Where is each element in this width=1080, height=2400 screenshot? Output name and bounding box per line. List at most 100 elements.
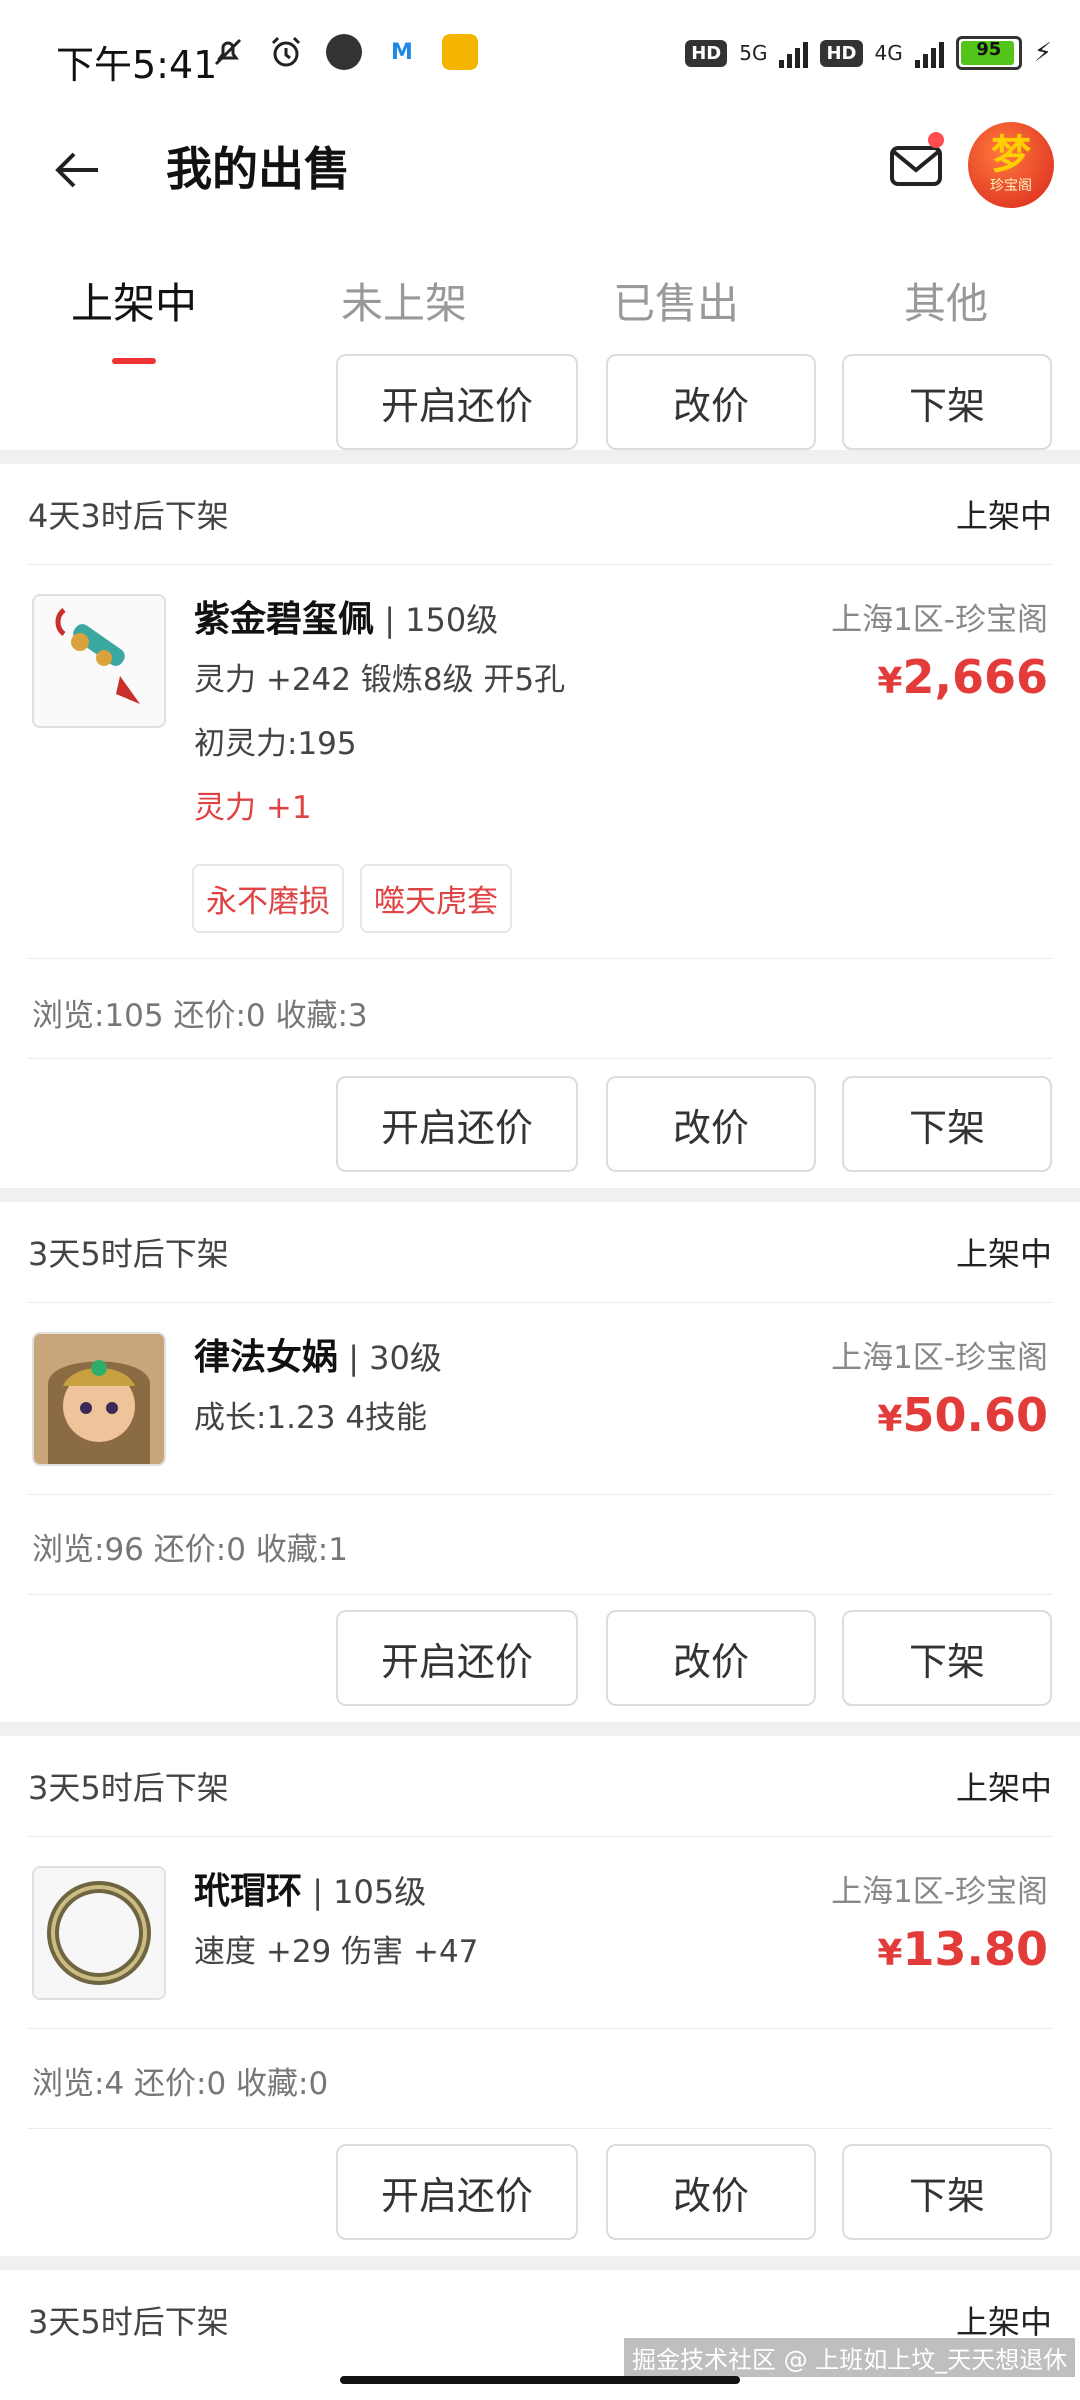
item-tag: 噬天虎套 (360, 864, 512, 933)
tab-unlisted[interactable]: 未上架 (304, 270, 504, 331)
divider (28, 564, 1052, 565)
item-attr: 灵力 +242 锻炼8级 开5孔 (194, 662, 566, 698)
item-level: 30级 (369, 1339, 442, 1377)
counter-offer-button[interactable]: 开启还价 (336, 2144, 578, 2240)
status-label: 上架中 (955, 497, 1052, 535)
page-title: 我的出售 (166, 142, 350, 196)
card-header: 3天5时后下架 上架中 (28, 1736, 1052, 1836)
card-header: 3天5时后下架 上架中 (28, 1202, 1052, 1302)
listing-card[interactable]: 3天5时后下架 上架中 律法女娲 | 30级 上海1区-珍宝阁 成长:1.23 … (0, 1202, 1080, 1722)
divider (28, 1302, 1052, 1303)
reprice-button[interactable]: 改价 (606, 1610, 816, 1706)
item-attr: 速度 +29 伤害 +47 (194, 1934, 479, 1970)
delist-button[interactable]: 下架 (842, 354, 1052, 450)
charging-icon: ⚡ (1033, 38, 1052, 68)
counter-offer-button[interactable]: 开启还价 (336, 1076, 578, 1172)
counter-offer-button[interactable]: 开启还价 (336, 354, 578, 450)
home-indicator[interactable] (340, 2376, 740, 2384)
net-5g-label: 5G (739, 41, 768, 65)
arrow-left-icon (55, 152, 98, 188)
server-name: 上海1区-珍宝阁 (831, 1874, 1048, 1910)
item-title: 紫金碧玺佩 (194, 599, 375, 640)
avatar[interactable]: 梦 珍宝阁 (968, 122, 1054, 208)
app-dark-icon (326, 34, 362, 70)
signal-icon (779, 38, 809, 68)
status-label: 上架中 (955, 2303, 1052, 2341)
divider (28, 1594, 1052, 1595)
item-thumbnail (32, 594, 166, 728)
time-left: 3天5时后下架 (28, 1235, 229, 1273)
time-left: 3天5时后下架 (28, 1769, 229, 1807)
item-stats: 浏览:96 还价:0 收藏:1 (32, 1532, 348, 1568)
hd-badge: HD (685, 39, 728, 67)
item-name: 律法女娲 | 30级 (194, 1337, 442, 1378)
alarm-icon (268, 34, 304, 70)
signal-icon-2 (914, 38, 944, 68)
server-name: 上海1区-珍宝阁 (831, 602, 1048, 638)
item-bonus: 灵力 +1 (194, 790, 312, 826)
status-label: 上架中 (955, 1235, 1052, 1273)
watermark: 掘金技术社区 @ 上班如上坟_天天想退休 (624, 2338, 1076, 2377)
reprice-button[interactable]: 改价 (606, 1076, 816, 1172)
divider (28, 1494, 1052, 1495)
battery-icon: 95 (955, 36, 1022, 70)
price-currency: ¥ (877, 661, 903, 702)
divider (28, 1058, 1052, 1059)
battery-level: 95 (976, 39, 1002, 60)
time-left: 3天5时后下架 (28, 2303, 229, 2341)
reprice-button[interactable]: 改价 (606, 354, 816, 450)
pendant-image (55, 608, 140, 704)
unread-dot (928, 132, 944, 148)
item-stats: 浏览:4 还价:0 收藏:0 (32, 2066, 329, 2102)
delist-button[interactable]: 下架 (842, 1610, 1052, 1706)
item-name: 玳瑁环 | 105级 (194, 1871, 427, 1912)
card-header: 4天3时后下架 上架中 (28, 464, 1052, 564)
item-thumbnail (32, 1866, 166, 2000)
counter-offer-button[interactable]: 开启还价 (336, 1610, 578, 1706)
divider (28, 958, 1052, 959)
item-name: 紫金碧玺佩 | 150级 (194, 599, 499, 640)
price-currency: ¥ (877, 1399, 903, 1440)
price-value: 2,666 (902, 650, 1048, 704)
card-gap (0, 1722, 1080, 1736)
mute-icon (210, 34, 246, 70)
tab-sold[interactable]: 已售出 (576, 270, 776, 331)
tab-other[interactable]: 其他 (846, 270, 1046, 331)
tab-active-indicator (112, 358, 156, 364)
back-button[interactable] (50, 140, 110, 200)
price: ¥50.60 (877, 1388, 1048, 1442)
divider (28, 2128, 1052, 2129)
app-m-icon: M (391, 39, 413, 65)
status-label: 上架中 (955, 1769, 1052, 1807)
price-currency: ¥ (877, 1933, 903, 1974)
partial-card-top: 开启还价 改价 下架 (0, 354, 1080, 450)
tab-listed[interactable]: 上架中 (34, 270, 234, 331)
app-header: 我的出售 梦 珍宝阁 (0, 110, 1080, 230)
time-left: 4天3时后下架 (28, 497, 229, 535)
reprice-button[interactable]: 改价 (606, 2144, 816, 2240)
server-name: 上海1区-珍宝阁 (831, 1340, 1048, 1376)
listing-card[interactable]: 3天5时后下架 上架中 玳瑁环 | 105级 上海1区-珍宝阁 速度 +29 伤… (0, 1736, 1080, 2256)
ring-image (34, 1868, 164, 1998)
item-stats: 浏览:105 还价:0 收藏:3 (32, 998, 368, 1034)
status-right-icons: HD 5G HD 4G 95 ⚡ (685, 36, 1052, 70)
hd-badge-2: HD (820, 39, 863, 67)
card-gap (0, 2256, 1080, 2270)
item-attr: 成长:1.23 4技能 (194, 1400, 428, 1436)
delist-button[interactable]: 下架 (842, 2144, 1052, 2240)
status-time: 下午5:41 (56, 43, 218, 87)
card-gap (0, 450, 1080, 464)
avatar-char: 梦 (991, 132, 1031, 178)
item-attr: 初灵力:195 (194, 726, 357, 762)
price: ¥13.80 (877, 1922, 1048, 1976)
item-level: 150级 (405, 601, 499, 639)
card-gap (0, 1188, 1080, 1202)
delist-button[interactable]: 下架 (842, 1076, 1052, 1172)
status-bar: 下午5:41 M HD 5G HD 4G 95 ⚡ (0, 0, 1080, 110)
listing-card[interactable]: 4天3时后下架 上架中 紫金碧玺佩 | 150级 上海1区-珍宝阁 灵力 +24… (0, 464, 1080, 1188)
divider (28, 2028, 1052, 2029)
item-title: 律法女娲 (194, 1337, 339, 1378)
item-title: 玳瑁环 (194, 1871, 303, 1912)
price-value: 50.60 (902, 1388, 1048, 1442)
price-value: 13.80 (902, 1922, 1048, 1976)
